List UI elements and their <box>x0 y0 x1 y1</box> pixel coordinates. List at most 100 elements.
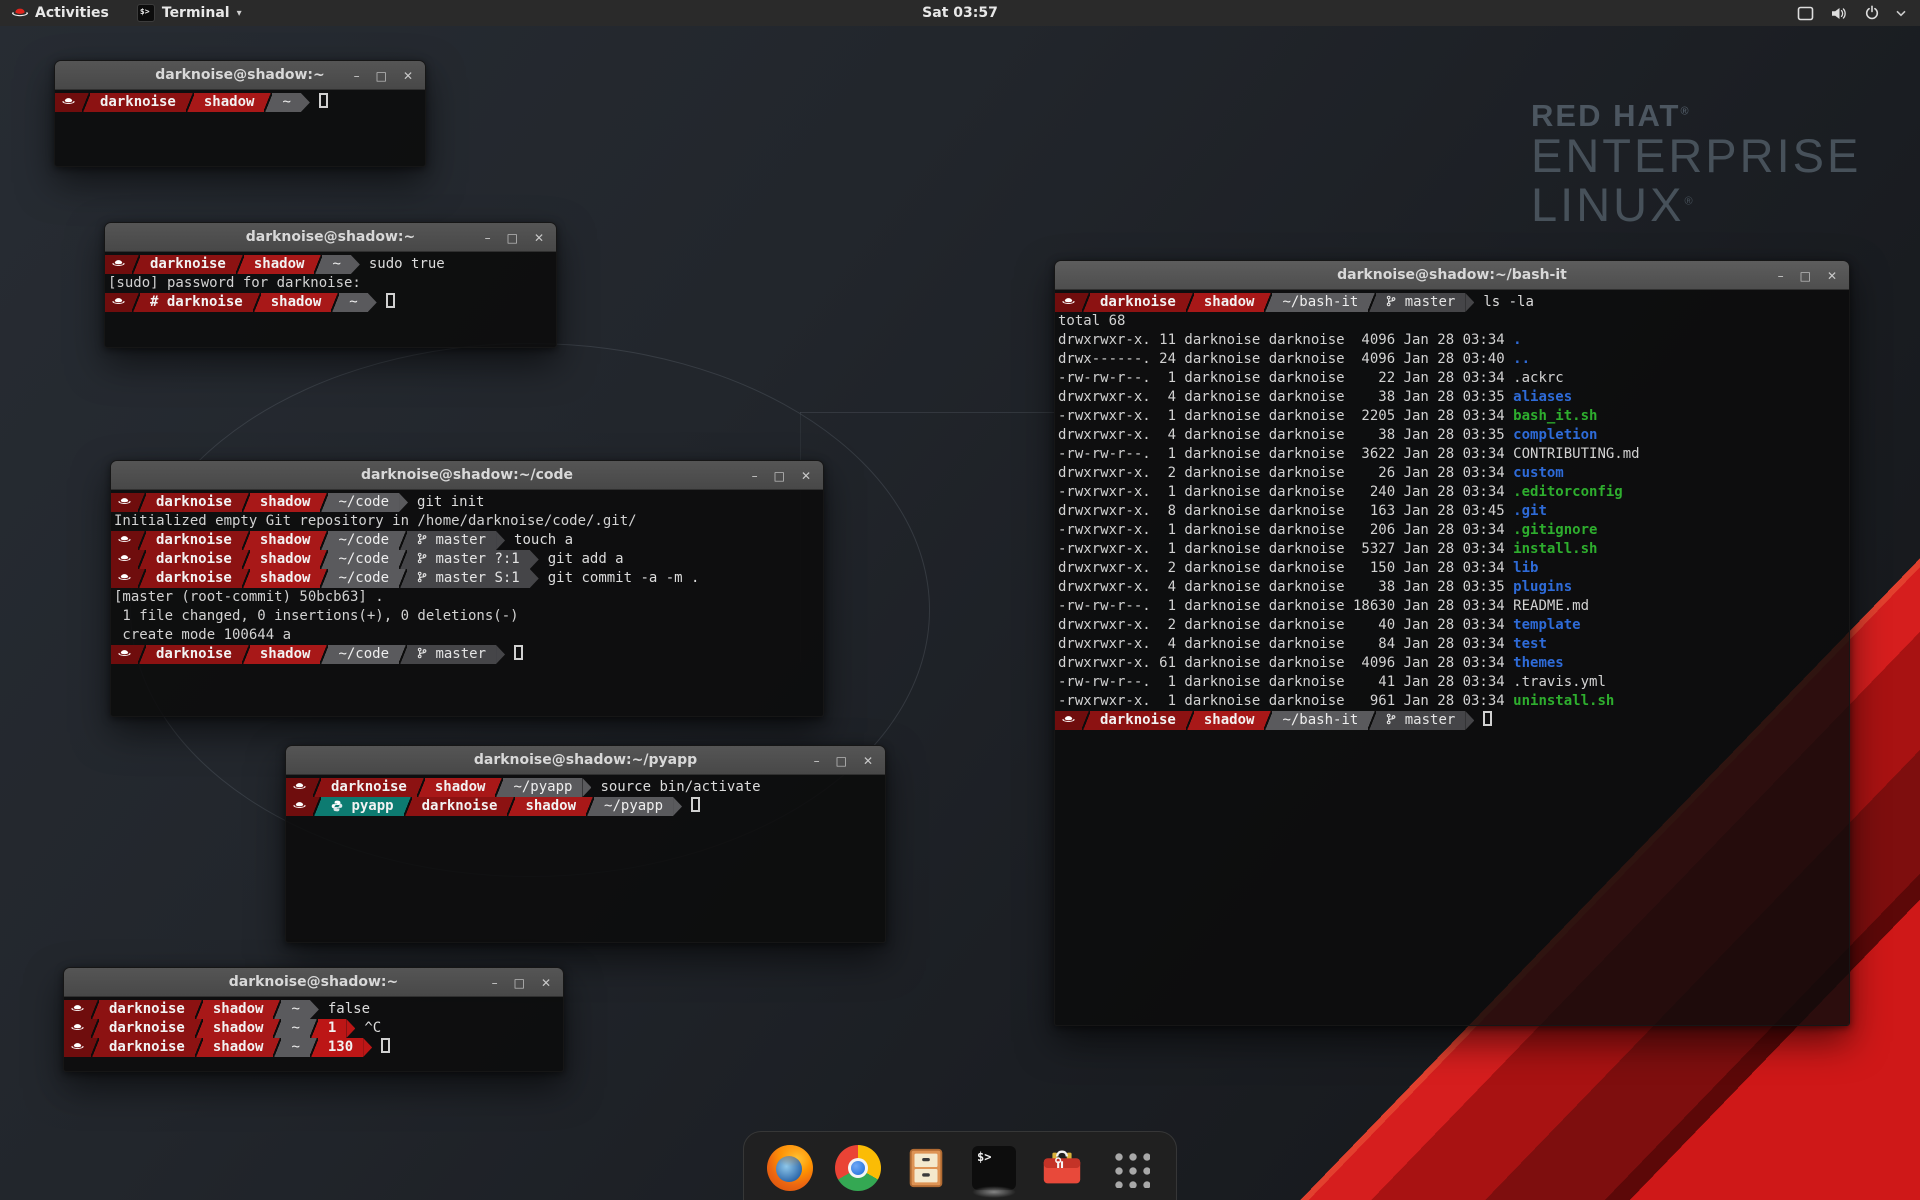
window-titlebar[interactable]: darknoise@shadow:~ – □ ✕ <box>64 968 563 997</box>
prompt-separator-icon <box>1186 711 1194 730</box>
redhat-icon <box>118 552 131 565</box>
minimize-button[interactable]: – <box>485 232 491 244</box>
prompt-segment-git: master <box>1376 711 1465 730</box>
terminal-content[interactable]: darknoiseshadow~/bash-it masterls -latot… <box>1055 290 1849 1025</box>
file-entry: drwxrwxr-x. 4 darknoise darknoise 38 Jan… <box>1055 389 1572 405</box>
file-entry: -rw-rw-r--. 1 darknoise darknoise 18630 … <box>1055 598 1589 614</box>
dock-item-firefox[interactable] <box>766 1144 814 1192</box>
terminal-window-bash-it: darknoise@shadow:~/bash-it – □ ✕ darknoi… <box>1054 260 1850 1026</box>
file-entry: drwxrwxr-x. 4 darknoise darknoise 38 Jan… <box>1055 579 1572 595</box>
minimize-button[interactable]: – <box>1778 270 1784 282</box>
logo-line-redhat: RED HAT® <box>1531 100 1861 132</box>
output-text: 1 file changed, 0 insertions(+), 0 delet… <box>111 608 519 624</box>
maximize-button[interactable]: □ <box>376 70 387 82</box>
terminal-line: total 68 <box>1055 312 1849 331</box>
window-titlebar[interactable]: darknoise@shadow:~/pyapp – □ ✕ <box>286 746 885 775</box>
file-name: themes <box>1513 655 1564 671</box>
close-button[interactable]: ✕ <box>534 232 544 244</box>
file-name: bash_it.sh <box>1513 408 1597 424</box>
terminal-line: -rwxrwxr-x. 1 darknoise darknoise 5327 J… <box>1055 540 1849 559</box>
prompt-separator-icon <box>273 1019 281 1038</box>
python-icon <box>331 800 343 812</box>
dock-item-terminal[interactable]: $> <box>970 1144 1018 1192</box>
prompt-arrow-icon <box>1465 711 1474 730</box>
terminal-content[interactable]: darknoiseshadow~/codegit initInitialized… <box>111 490 823 716</box>
minimize-button[interactable]: – <box>814 755 820 767</box>
prompt-separator-icon <box>242 531 250 550</box>
prompt-separator-icon <box>1264 711 1272 730</box>
prompt-segment-venv: pyapp <box>321 797 404 816</box>
redhat-icon <box>118 647 131 660</box>
terminal-window-code: darknoise@shadow:~/code – □ ✕ darknoises… <box>110 460 824 717</box>
terminal-line: darknoiseshadow~130 <box>64 1038 563 1057</box>
prompt-segment-git: master S:1 <box>407 569 530 588</box>
prompt-segment-path: ~/code <box>328 531 399 550</box>
dock-item-toolbox[interactable] <box>1038 1144 1086 1192</box>
close-button[interactable]: ✕ <box>403 70 413 82</box>
maximize-button[interactable]: □ <box>1800 270 1811 282</box>
window-titlebar[interactable]: darknoise@shadow:~ – □ ✕ <box>55 61 425 90</box>
close-button[interactable]: ✕ <box>801 470 811 482</box>
prompt-segment-user: darknoise <box>99 1019 195 1038</box>
window-titlebar[interactable]: darknoise@shadow:~/code – □ ✕ <box>111 461 823 490</box>
app-menu-terminal[interactable]: $> Terminal ▾ <box>127 0 252 26</box>
prompt-segment-path: ~/code <box>328 550 399 569</box>
prompt-segment-user: darknoise <box>412 797 508 816</box>
redhat-prompt-icon <box>55 93 82 112</box>
maximize-button[interactable]: □ <box>507 232 518 244</box>
prompt-arrow-icon <box>530 569 539 588</box>
prompt-separator-icon <box>320 569 328 588</box>
maximize-button[interactable]: □ <box>514 977 525 989</box>
prompt-separator-icon <box>138 645 146 664</box>
close-button[interactable]: ✕ <box>1827 270 1837 282</box>
prompt-separator-icon <box>138 531 146 550</box>
prompt-separator-icon <box>320 550 328 569</box>
terminal-content[interactable]: darknoiseshadow~sudo true[sudo] password… <box>105 252 556 347</box>
file-entry: -rwxrwxr-x. 1 darknoise darknoise 206 Ja… <box>1055 522 1597 538</box>
file-entry: drwxrwxr-x. 4 darknoise darknoise 38 Jan… <box>1055 427 1597 443</box>
window-title: darknoise@shadow:~/pyapp <box>474 752 697 768</box>
dock-item-app-grid[interactable] <box>1106 1144 1154 1192</box>
redhat-prompt-icon <box>1055 711 1082 730</box>
command-text: git commit -a -m . <box>548 570 700 586</box>
file-name: lib <box>1513 560 1538 576</box>
prompt-separator-icon <box>186 93 194 112</box>
system-status-area[interactable] <box>1797 5 1920 21</box>
prompt-segment-host: shadow <box>250 531 321 550</box>
terminal-line: darknoiseshadow~/code master <box>111 645 823 664</box>
redhat-icon <box>1062 295 1075 308</box>
clock[interactable]: Sat 03:57 <box>912 0 1008 26</box>
close-button[interactable]: ✕ <box>541 977 551 989</box>
prompt-separator-icon <box>1186 293 1194 312</box>
minimize-button[interactable]: – <box>752 470 758 482</box>
window-titlebar[interactable]: darknoise@shadow:~ – □ ✕ <box>105 223 556 252</box>
close-button[interactable]: ✕ <box>863 755 873 767</box>
redhat-icon <box>118 533 131 546</box>
dock-item-files[interactable] <box>902 1144 950 1192</box>
minimize-button[interactable]: – <box>354 70 360 82</box>
command-text: ^C <box>364 1020 381 1036</box>
file-name: install.sh <box>1513 541 1597 557</box>
dock-item-chrome[interactable] <box>834 1144 882 1192</box>
command-text: git add a <box>548 551 624 567</box>
redhat-prompt-icon <box>64 1019 91 1038</box>
prompt-separator-icon <box>273 1038 281 1057</box>
file-name: test <box>1513 636 1547 652</box>
minimize-button[interactable]: – <box>492 977 498 989</box>
terminal-line: # darknoiseshadow~ <box>105 293 556 312</box>
chrome-icon <box>835 1145 881 1191</box>
redhat-prompt-icon <box>105 255 132 274</box>
terminal-content[interactable]: darknoiseshadow~falsedarknoiseshadow~1^C… <box>64 997 563 1071</box>
terminal-line: -rwxrwxr-x. 1 darknoise darknoise 961 Ja… <box>1055 692 1849 711</box>
window-titlebar[interactable]: darknoise@shadow:~/bash-it – □ ✕ <box>1055 261 1849 290</box>
prompt-separator-icon <box>320 645 328 664</box>
maximize-button[interactable]: □ <box>836 755 847 767</box>
terminal-content[interactable]: darknoiseshadow~ <box>55 90 425 166</box>
activities-button[interactable]: Activities <box>0 0 121 26</box>
file-name: README.md <box>1513 598 1589 614</box>
prompt-separator-icon <box>313 797 321 816</box>
terminal-line: darknoiseshadow~/code master ?:1git add … <box>111 550 823 569</box>
terminal-line: darknoiseshadow~/bash-it master <box>1055 711 1849 730</box>
maximize-button[interactable]: □ <box>774 470 785 482</box>
terminal-content[interactable]: darknoiseshadow~/pyappsource bin/activat… <box>286 775 885 942</box>
